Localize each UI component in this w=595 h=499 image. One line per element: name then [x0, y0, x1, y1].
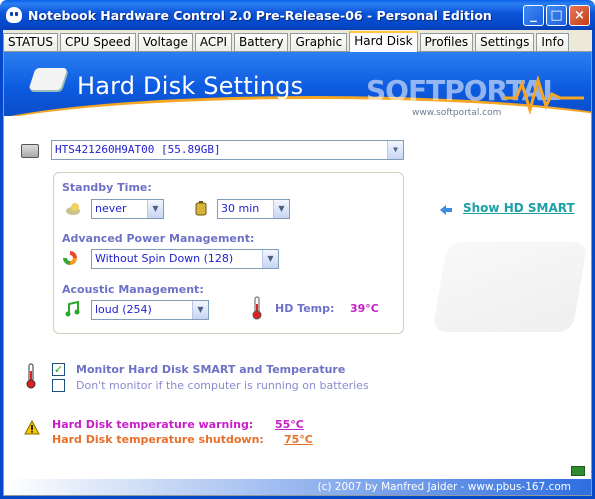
standby-battery-value: 30 min: [221, 202, 260, 215]
standby-select-value: never: [95, 202, 127, 215]
standby-battery-select[interactable]: 30 min ▼: [217, 199, 290, 219]
chevron-down-icon[interactable]: ▼: [192, 301, 208, 319]
tab-strip: STATUS CPU Speed Voltage ACPI Battery Gr…: [3, 31, 571, 52]
page-title: Hard Disk Settings: [77, 72, 304, 100]
warning-icon: [24, 420, 40, 435]
thermometer-icon: [252, 296, 262, 320]
tab-hard-disk[interactable]: Hard Disk: [349, 31, 418, 52]
maximize-button[interactable]: □: [546, 5, 567, 26]
chevron-down-icon[interactable]: ▼: [273, 200, 289, 218]
tab-graphic[interactable]: Graphic: [290, 33, 348, 52]
app-ghost-icon: [6, 7, 22, 23]
chevron-down-icon[interactable]: ▼: [387, 141, 403, 159]
hard-disk-panel: Hard Disk Settings SOFTPORTAL www.softpo…: [3, 51, 592, 496]
shutdown-label: Hard Disk temperature shutdown:: [52, 433, 264, 446]
tab-settings[interactable]: Settings: [475, 33, 535, 52]
hard-disk-icon: [28, 68, 68, 90]
tab-battery[interactable]: Battery: [234, 33, 289, 52]
banner: Hard Disk Settings SOFTPORTAL: [4, 52, 591, 116]
standby-label: Standby Time:: [62, 181, 152, 194]
background-disk-image: [432, 242, 588, 332]
acoustic-select[interactable]: loud (254) ▼: [91, 300, 209, 320]
apm-select-value: Without Spin Down (128): [95, 252, 234, 265]
footer-credits: (c) 2007 by Manfred Jaider - www.pbus-16…: [4, 479, 591, 495]
chevron-down-icon[interactable]: ▼: [262, 250, 278, 268]
check-icon: ✓: [53, 363, 64, 376]
moon-icon: [66, 203, 80, 215]
warning-label: Hard Disk temperature warning:: [52, 418, 254, 431]
tab-cpu-speed[interactable]: CPU Speed: [60, 33, 136, 52]
thermometer-icon: [26, 363, 36, 389]
hd-temp-label: HD Temp:: [275, 302, 335, 315]
battery-icon: [195, 201, 207, 216]
apm-select[interactable]: Without Spin Down (128) ▼: [91, 249, 279, 269]
drive-icon: [21, 144, 39, 158]
battery-monitor-label: Don't monitor if the computer is running…: [76, 379, 369, 392]
title-bar[interactable]: Notebook Hardware Control 2.0 Pre-Releas…: [0, 0, 595, 30]
window-title: Notebook Hardware Control 2.0 Pre-Releas…: [28, 8, 492, 23]
arrow-link-icon: [440, 205, 452, 215]
standby-select[interactable]: never ▼: [91, 199, 164, 219]
apm-label: Advanced Power Management:: [62, 232, 255, 245]
tab-status[interactable]: STATUS: [3, 33, 59, 52]
shutdown-value[interactable]: 75°C: [284, 433, 313, 446]
maximize-icon: □: [550, 8, 563, 23]
power-cycle-icon: [63, 251, 77, 265]
disk-select-value: HTS421260H9AT00 [55.89GB]: [55, 143, 221, 156]
tab-acpi[interactable]: ACPI: [194, 33, 233, 52]
acoustic-label: Acoustic Management:: [62, 283, 204, 296]
pulse-icon: [504, 76, 584, 114]
battery-monitor-checkbox[interactable]: [52, 379, 65, 392]
minimize-icon: _: [530, 8, 537, 23]
tab-info[interactable]: Info: [536, 33, 570, 52]
minimize-button[interactable]: _: [523, 5, 544, 26]
chip-icon: [571, 466, 585, 476]
close-icon: ×: [574, 8, 585, 23]
chevron-down-icon[interactable]: ▼: [147, 200, 163, 218]
show-hd-smart-link[interactable]: Show HD SMART: [463, 201, 575, 215]
tab-profiles[interactable]: Profiles: [419, 33, 474, 52]
close-button[interactable]: ×: [569, 5, 590, 26]
tab-voltage[interactable]: Voltage: [137, 33, 193, 52]
monitor-smart-label: Monitor Hard Disk SMART and Temperature: [76, 363, 346, 376]
music-note-icon: [65, 301, 80, 317]
watermark-url: www.softportal.com: [412, 108, 502, 118]
monitor-smart-checkbox[interactable]: ✓: [52, 363, 65, 376]
hd-temp-value: 39°C: [350, 302, 379, 315]
warning-value[interactable]: 55°C: [275, 418, 304, 431]
disk-select[interactable]: HTS421260H9AT00 [55.89GB] ▼: [51, 140, 404, 160]
acoustic-select-value: loud (254): [95, 303, 152, 316]
